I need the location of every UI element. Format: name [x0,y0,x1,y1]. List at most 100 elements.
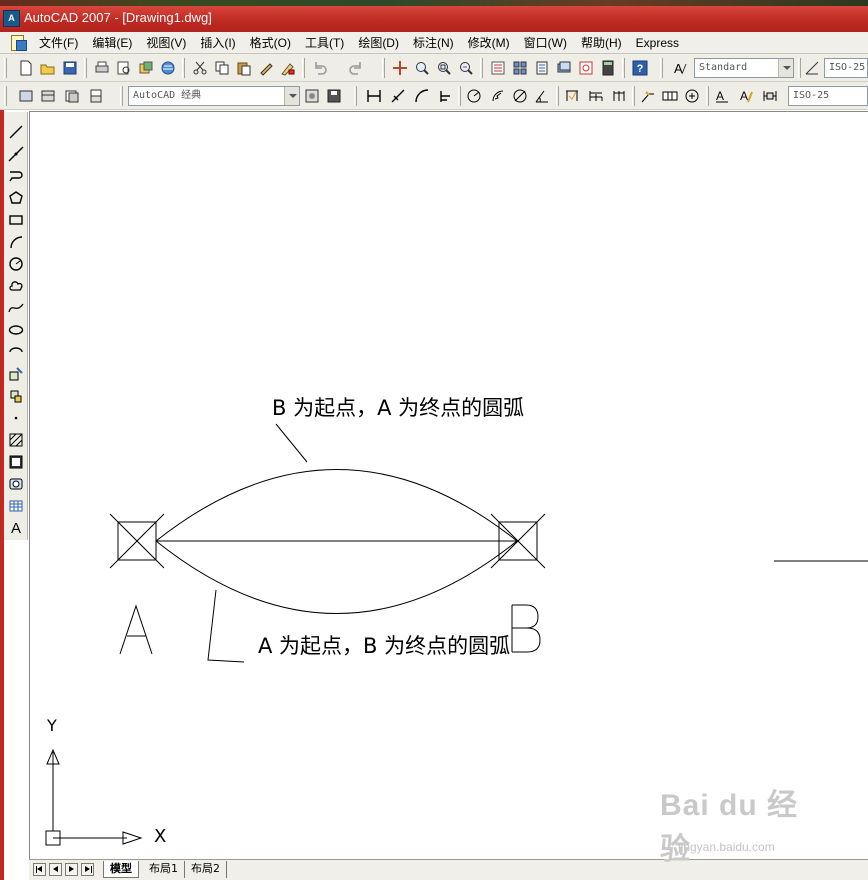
menu-modify[interactable]: 修改(M) [461,32,517,54]
multiline-text-icon[interactable]: A [6,518,26,538]
match-properties-icon[interactable] [256,58,276,78]
angular-dimension-icon[interactable] [532,86,552,106]
linear-dimension-icon[interactable] [364,86,384,106]
gradient-icon[interactable] [6,452,26,472]
block-editor-icon[interactable] [278,58,298,78]
plot-icon[interactable] [92,58,112,78]
redo-icon[interactable] [346,58,366,78]
ellipse-arc-icon[interactable] [6,342,26,362]
polygon-icon[interactable] [6,188,26,208]
paste-icon[interactable] [234,58,254,78]
hatch-icon[interactable] [6,430,26,450]
construction-line-icon[interactable] [6,144,26,164]
zoom-realtime-icon[interactable] [412,58,432,78]
arc-length-icon[interactable] [412,86,432,106]
menu-format[interactable]: 格式(O) [243,32,298,54]
dropdown-arrow-icon[interactable] [778,59,793,77]
workspace-settings-icon[interactable] [302,86,322,106]
dimension-style-icon[interactable] [802,58,822,78]
arc-icon[interactable] [6,232,26,252]
menu-tools[interactable]: 工具(T) [298,32,351,54]
zoom-window-icon[interactable] [434,58,454,78]
dimension-style-dropdown[interactable]: ISO-25 [824,58,868,78]
ellipse-icon[interactable] [6,320,26,340]
tab-model[interactable]: 模型 [103,861,139,878]
rectangle-icon[interactable] [6,210,26,230]
dropdown-arrow-icon[interactable] [284,87,299,105]
toolbar-grip[interactable] [4,58,7,78]
save-icon[interactable] [60,58,80,78]
tool-palettes-icon[interactable] [532,58,552,78]
menu-draw[interactable]: 绘图(D) [351,32,406,54]
center-mark-icon[interactable] [682,86,702,106]
menu-window[interactable]: 窗口(W) [517,32,574,54]
dimension-edit-icon[interactable]: A [712,86,732,106]
autocad-icon[interactable]: A [3,10,20,27]
toolbar-grip[interactable] [120,86,123,106]
cut-icon[interactable] [190,58,210,78]
lower-leader-line[interactable] [207,589,245,663]
spline-icon[interactable] [6,298,26,318]
first-tab-icon[interactable] [33,863,46,876]
open-file-icon[interactable] [38,58,58,78]
quick-dimension-icon[interactable] [562,86,582,106]
table-icon[interactable] [6,496,26,516]
pan-icon[interactable] [390,58,410,78]
previous-tab-icon[interactable] [49,863,62,876]
layer-previous-icon[interactable] [62,86,82,106]
upper-leader-line[interactable] [275,423,308,463]
layer-state-icon[interactable] [38,86,58,106]
menu-edit[interactable]: 编辑(E) [85,32,139,54]
polyline-icon[interactable] [6,166,26,186]
toolbar-grip[interactable] [354,86,357,106]
endpoint-b-marker[interactable] [490,513,546,569]
help-icon[interactable]: ? [630,58,650,78]
tolerance-icon[interactable] [660,86,680,106]
tab-layout2[interactable]: 布局2 [185,861,227,878]
dimension-style-dropdown-2[interactable]: ISO-25 [788,86,868,106]
continue-dimension-icon[interactable] [610,86,630,106]
ordinate-dimension-icon[interactable] [436,86,456,106]
toolbar-grip[interactable] [4,86,7,106]
quick-leader-icon[interactable] [638,86,658,106]
workspace-dropdown[interactable]: AutoCAD 经典 [128,86,300,106]
publish-icon[interactable] [136,58,156,78]
title-bar[interactable]: A AutoCAD 2007 - [Drawing1.dwg] [0,6,868,32]
new-file-icon[interactable] [16,58,36,78]
zoom-previous-icon[interactable] [456,58,476,78]
plot-preview-icon[interactable] [114,58,134,78]
menu-express[interactable]: Express [629,32,686,54]
make-block-icon[interactable] [6,386,26,406]
radius-dimension-icon[interactable] [464,86,484,106]
jogged-dimension-icon[interactable] [488,86,508,106]
next-tab-icon[interactable] [65,863,78,876]
last-tab-icon[interactable] [81,863,94,876]
endpoint-a-marker[interactable] [109,513,165,569]
text-style-dropdown[interactable]: Standard [694,58,794,78]
dimension-text-edit-icon[interactable]: A [736,86,756,106]
insert-block-icon[interactable] [6,364,26,384]
lower-arc[interactable] [155,540,518,614]
menu-view[interactable]: 视图(V) [139,32,193,54]
undo-icon[interactable] [310,58,330,78]
sheet-set-icon[interactable] [554,58,574,78]
upper-arc[interactable] [155,469,518,542]
save-workspace-icon[interactable] [324,86,344,106]
properties-icon[interactable] [488,58,508,78]
revision-cloud-icon[interactable] [6,276,26,296]
tab-layout1[interactable]: 布局1 [143,861,185,878]
diameter-dimension-icon[interactable] [510,86,530,106]
point-icon[interactable] [6,408,26,428]
copy-icon[interactable] [212,58,232,78]
region-icon[interactable] [6,474,26,494]
document-icon[interactable] [8,34,28,52]
drawing-canvas[interactable]: B 为起点，A 为终点的圆弧 A 为起点，B 为终点的圆弧 Y X [29,111,868,859]
design-center-icon[interactable] [510,58,530,78]
line-icon[interactable] [6,122,26,142]
circle-icon[interactable] [6,254,26,274]
layer-manager-icon[interactable] [86,86,106,106]
menu-help[interactable]: 帮助(H) [574,32,629,54]
menu-dimension[interactable]: 标注(N) [406,32,461,54]
markup-icon[interactable] [576,58,596,78]
calculator-icon[interactable] [598,58,618,78]
